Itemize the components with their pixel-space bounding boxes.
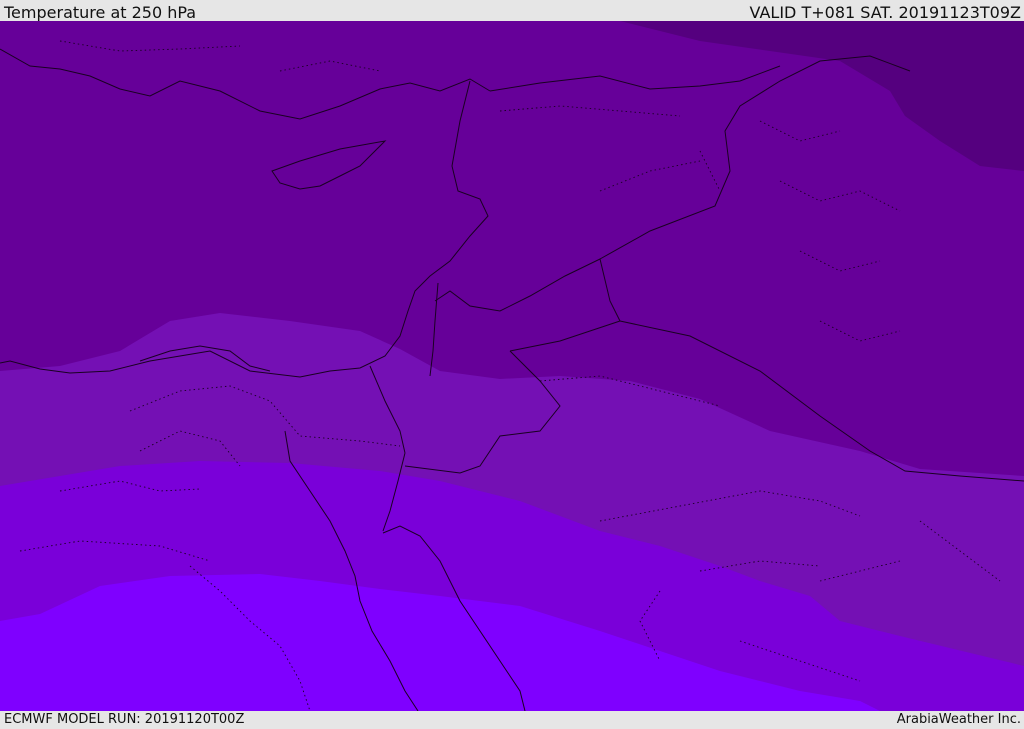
- header-bar: Temperature at 250 hPa VALID T+081 SAT. …: [0, 0, 1024, 22]
- credit-label: ArabiaWeather Inc.: [896, 712, 1021, 727]
- map-panel[interactable]: [0, 21, 1024, 711]
- footer-bar: ECMWF MODEL RUN: 20191120T00Z ArabiaWeat…: [0, 711, 1024, 729]
- map-title: Temperature at 250 hPa: [4, 3, 197, 22]
- valid-time: VALID T+081 SAT. 20191123T09Z: [749, 3, 1021, 22]
- map-canvas: [0, 21, 1024, 711]
- model-run-label: ECMWF MODEL RUN: 20191120T00Z: [4, 712, 245, 727]
